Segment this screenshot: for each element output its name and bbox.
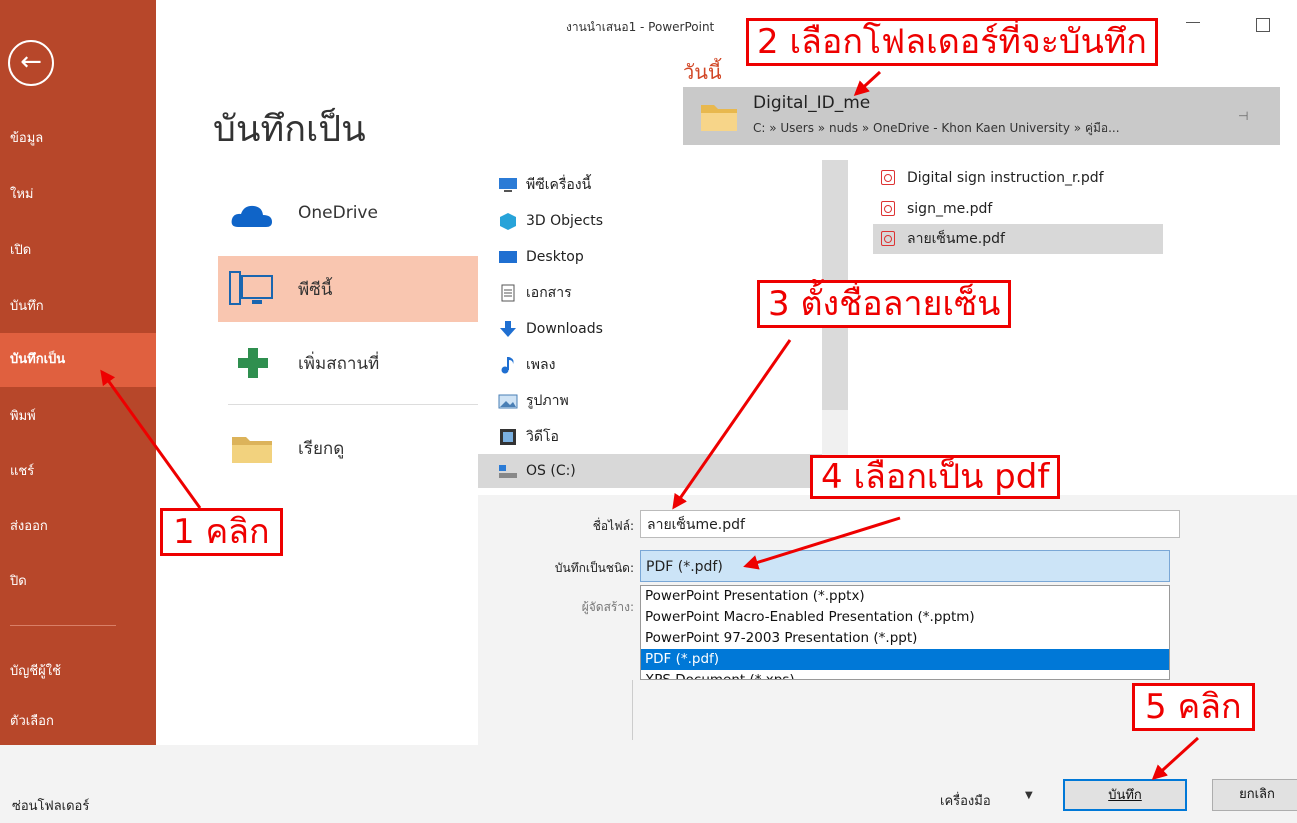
- tree-item-videos[interactable]: วิดีโอ: [498, 420, 823, 454]
- pdf-file-icon: [881, 170, 895, 185]
- location-add-place[interactable]: เพิ่มสถานที่: [218, 330, 478, 396]
- 3d-objects-icon: [500, 213, 516, 230]
- documents-icon: [501, 284, 515, 302]
- filetype-option[interactable]: PDF (*.pdf): [641, 649, 1169, 670]
- annotation-step-4: 4 เลือกเป็น pdf: [810, 455, 1061, 499]
- folder-icon: [232, 437, 272, 463]
- page-title: บันทึกเป็น: [213, 109, 366, 150]
- hide-folders-link[interactable]: ซ่อนโฟลเดอร์: [12, 795, 89, 816]
- pin-icon[interactable]: ⊣: [1238, 109, 1248, 123]
- nav-item-save-as[interactable]: บันทึกเป็น: [0, 333, 156, 387]
- maximize-icon[interactable]: [1256, 18, 1270, 32]
- recent-folder-item[interactable]: Digital_ID_me C: » Users » nuds » OneDri…: [683, 87, 1280, 145]
- pdf-file-icon: [881, 201, 895, 216]
- backstage-nav: ← ข้อมูล ใหม่ เปิด บันทึก บันทึกเป็น พิม…: [0, 0, 156, 745]
- tree-item-os-drive[interactable]: OS (C:): [478, 454, 822, 488]
- tree-item-label: Downloads: [526, 321, 603, 337]
- minimize-icon[interactable]: [1186, 22, 1200, 23]
- file-item[interactable]: sign_me.pdf: [873, 194, 1163, 224]
- folder-icon: [701, 105, 737, 131]
- nav-item-options[interactable]: ตัวเลือก: [0, 695, 156, 749]
- file-name: Digital sign instruction_r.pdf: [907, 170, 1104, 186]
- file-name: ลายเซ็นme.pdf: [907, 231, 1005, 247]
- nav-item-open[interactable]: เปิด: [0, 224, 156, 278]
- divider: [632, 680, 633, 740]
- save-button[interactable]: บันทึก: [1063, 779, 1187, 811]
- annotation-step-3: 3 ตั้งชื่อลายเซ็น: [757, 280, 1012, 328]
- nav-item-export[interactable]: ส่งออก: [0, 500, 156, 554]
- nav-item-info[interactable]: ข้อมูล: [0, 112, 156, 166]
- annotation-step-5: 5 คลิก: [1132, 683, 1255, 731]
- music-icon: [501, 357, 514, 374]
- file-item[interactable]: ลายเซ็นme.pdf: [873, 224, 1163, 254]
- folder-path: C: » Users » nuds » OneDrive - Khon Kaen…: [753, 121, 1120, 135]
- folder-name: Digital_ID_me: [753, 93, 871, 113]
- nav-item-print[interactable]: พิมพ์: [0, 390, 156, 444]
- nav-item-save[interactable]: บันทึก: [0, 280, 156, 334]
- desktop-icon: [499, 251, 517, 263]
- plus-icon: [238, 348, 268, 378]
- location-onedrive[interactable]: OneDrive: [218, 183, 478, 249]
- filetype-select[interactable]: PDF (*.pdf): [640, 550, 1170, 582]
- filetype-option[interactable]: PowerPoint Macro-Enabled Presentation (*…: [641, 607, 1169, 628]
- window-title: งานนำเสนอ1 - PowerPoint: [566, 20, 715, 34]
- tree-item-desktop[interactable]: Desktop: [498, 240, 823, 274]
- tree-item-label: OS (C:): [526, 463, 576, 479]
- nav-item-new[interactable]: ใหม่: [0, 168, 156, 222]
- tree-item-label: รูปภาพ: [526, 393, 569, 409]
- location-divider: [228, 404, 478, 405]
- tree-item-label: เอกสาร: [526, 285, 572, 301]
- this-pc-icon: [499, 178, 517, 192]
- tree-item-label: Desktop: [526, 249, 584, 265]
- nav-divider: [10, 625, 116, 626]
- file-name: sign_me.pdf: [907, 201, 993, 217]
- tree-item-music[interactable]: เพลง: [498, 348, 823, 382]
- filename-label: ชื่อไฟล์:: [592, 519, 634, 533]
- location-this-pc[interactable]: พีซีนี้: [218, 256, 478, 322]
- today-label: วันนี้: [683, 60, 722, 84]
- tree-item-label: 3D Objects: [526, 213, 604, 229]
- nav-item-close[interactable]: ปิด: [0, 555, 156, 609]
- chevron-down-icon[interactable]: ▼: [1025, 790, 1033, 801]
- filetype-option[interactable]: PowerPoint Presentation (*.pptx): [641, 586, 1169, 607]
- location-label: เพิ่มสถานที่: [298, 354, 380, 374]
- tree-item-label: พีซีเครื่องนี้: [526, 177, 592, 193]
- back-arrow-icon[interactable]: ←: [8, 40, 54, 86]
- pictures-icon: [498, 394, 518, 409]
- annotation-step-1: 1 คลิก: [160, 508, 283, 556]
- drive-icon: [499, 465, 517, 478]
- filetype-option[interactable]: XPS Document (*.xps): [641, 670, 1169, 679]
- tree-item-label: วิดีโอ: [526, 429, 559, 445]
- computer-icon: [229, 271, 273, 305]
- author-label: ผู้จัดสร้าง:: [581, 600, 634, 614]
- annotation-step-2: 2 เลือกโฟลเดอร์ที่จะบันทึก: [746, 18, 1158, 66]
- filetype-label: บันทึกเป็นชนิด:: [554, 561, 634, 575]
- tools-button[interactable]: เครื่องมือ: [940, 790, 991, 811]
- filetype-option[interactable]: PowerPoint 97-2003 Presentation (*.ppt): [641, 628, 1169, 649]
- tree-item-pictures[interactable]: รูปภาพ: [498, 384, 823, 418]
- downloads-icon: [500, 321, 516, 337]
- tree-item-label: เพลง: [526, 357, 556, 373]
- filetype-dropdown-list: PowerPoint Presentation (*.pptx) PowerPo…: [640, 585, 1170, 680]
- pdf-file-icon: [881, 231, 895, 246]
- filename-input[interactable]: ลายเซ็นme.pdf: [640, 510, 1180, 538]
- videos-icon: [500, 429, 516, 445]
- nav-item-share[interactable]: แชร์: [0, 445, 156, 499]
- location-label: พีซีนี้: [298, 280, 333, 300]
- tree-item-this-pc[interactable]: พีซีเครื่องนี้: [498, 168, 823, 202]
- location-label: OneDrive: [298, 203, 378, 223]
- tree-item-3d-objects[interactable]: 3D Objects: [498, 204, 823, 238]
- location-browse[interactable]: เรียกดู: [218, 415, 478, 481]
- nav-item-account[interactable]: บัญชีผู้ใช้: [0, 645, 156, 699]
- file-item[interactable]: Digital sign instruction_r.pdf: [873, 163, 1163, 193]
- cancel-button[interactable]: ยกเลิก: [1212, 779, 1297, 811]
- cloud-icon: [231, 205, 272, 227]
- location-label: เรียกดู: [298, 439, 345, 459]
